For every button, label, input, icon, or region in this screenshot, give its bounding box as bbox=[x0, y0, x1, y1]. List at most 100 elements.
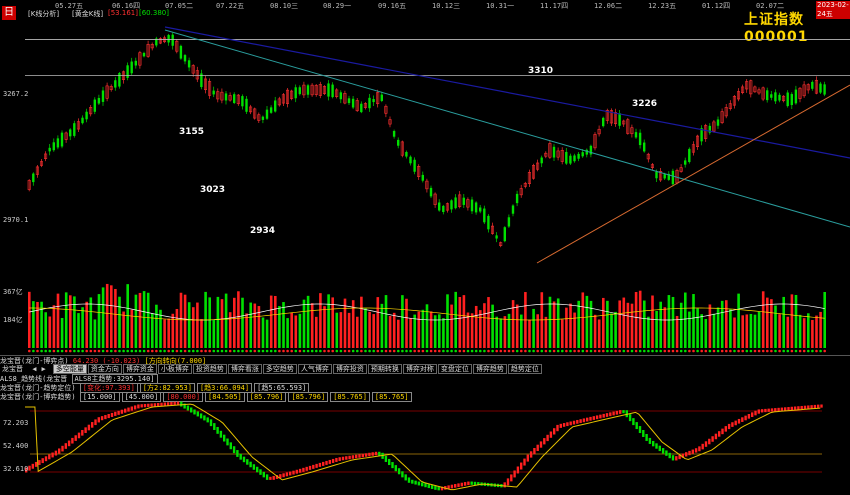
candle-body bbox=[716, 119, 720, 126]
candle-body bbox=[298, 87, 301, 95]
osc-bar bbox=[292, 470, 295, 475]
osc-bar bbox=[539, 441, 543, 448]
osc-bar bbox=[569, 421, 572, 426]
osc-bar bbox=[595, 415, 599, 420]
next-arrow-icon[interactable]: ▶ bbox=[39, 365, 47, 373]
volume-bar bbox=[511, 300, 515, 348]
signal-dot bbox=[282, 349, 285, 353]
volume-chart[interactable] bbox=[0, 276, 850, 348]
date-label: 12.06二 bbox=[594, 2, 623, 10]
volume-bar bbox=[819, 311, 822, 348]
signal-dot bbox=[520, 349, 523, 353]
osc-bar bbox=[526, 454, 529, 462]
osc-bar bbox=[404, 474, 407, 481]
volume-bar bbox=[105, 283, 109, 348]
candle-body bbox=[347, 98, 351, 104]
candle-body bbox=[405, 151, 408, 157]
osc-bar bbox=[661, 448, 665, 454]
osc-bar bbox=[176, 401, 180, 405]
volume-bar bbox=[597, 319, 601, 348]
candle-body bbox=[450, 200, 453, 210]
tab-11[interactable]: 变盘定位 bbox=[437, 364, 472, 374]
volume-bar bbox=[704, 318, 708, 348]
volume-bar bbox=[466, 312, 470, 348]
osc-bar bbox=[460, 482, 463, 487]
tab-4[interactable]: 投资趋势 bbox=[192, 364, 227, 374]
candle-body bbox=[770, 94, 773, 98]
volume-bar bbox=[561, 319, 564, 348]
tab-12[interactable]: 博弈趋势 bbox=[472, 364, 507, 374]
volume-bar bbox=[585, 295, 589, 348]
signal-dot bbox=[241, 349, 244, 353]
date-label: 06.16四 bbox=[112, 2, 141, 10]
osc-bar bbox=[256, 466, 259, 473]
volume-bar bbox=[69, 295, 72, 348]
tab-13[interactable]: 趋势定位 bbox=[507, 364, 542, 374]
volume-bar bbox=[761, 291, 765, 348]
osc-bar bbox=[457, 483, 460, 488]
signal-dot bbox=[401, 349, 404, 353]
candle-body bbox=[126, 65, 129, 78]
candle-body bbox=[241, 96, 244, 107]
signal-dot bbox=[622, 349, 626, 353]
osc-bar bbox=[58, 448, 61, 454]
volume-bar bbox=[454, 291, 457, 348]
app-logo-icon[interactable]: 日 bbox=[2, 6, 16, 20]
osc-bar bbox=[67, 440, 71, 447]
oscillator-chart[interactable] bbox=[0, 401, 850, 493]
volume-bar bbox=[684, 292, 687, 348]
candle-body bbox=[212, 90, 215, 95]
volume-axis-bottom: 184亿 bbox=[3, 316, 23, 324]
volume-bar bbox=[101, 287, 105, 348]
candle-body bbox=[429, 187, 433, 197]
osc-bar bbox=[685, 452, 688, 457]
osc-bar bbox=[272, 475, 275, 480]
volume-bar bbox=[638, 290, 642, 348]
tab-6[interactable]: 多空趋势 bbox=[262, 364, 297, 374]
osc-bar bbox=[619, 410, 622, 414]
volume-bar bbox=[388, 315, 392, 348]
candle-body bbox=[294, 87, 297, 99]
tab-3[interactable]: 小板博弈 bbox=[157, 364, 192, 374]
volume-bar bbox=[675, 315, 679, 348]
volume-bar bbox=[421, 309, 425, 348]
osc-bar bbox=[127, 407, 130, 412]
volume-bar bbox=[335, 312, 339, 348]
osc-bar bbox=[203, 415, 206, 421]
tab-8[interactable]: 博弈投资 bbox=[332, 364, 367, 374]
osc-bar bbox=[374, 451, 378, 456]
volume-bar bbox=[220, 299, 224, 348]
volume-bar bbox=[274, 295, 277, 348]
osc-bar bbox=[566, 422, 569, 427]
tab-9[interactable]: 预期转换 bbox=[367, 364, 402, 374]
signal-dot bbox=[511, 349, 515, 353]
volume-bar bbox=[499, 318, 503, 348]
signal-dot bbox=[638, 349, 642, 353]
signal-dot bbox=[118, 349, 121, 353]
signal-dot bbox=[257, 349, 261, 353]
date-label: 10.31一 bbox=[486, 2, 515, 10]
candle-body bbox=[671, 170, 675, 185]
volume-bar bbox=[786, 316, 790, 348]
osc-bar bbox=[652, 440, 655, 447]
candle-body bbox=[85, 111, 88, 120]
signal-dot bbox=[667, 349, 671, 353]
price-chart[interactable] bbox=[0, 22, 850, 284]
signal-dot bbox=[491, 349, 494, 353]
osc-bar bbox=[216, 426, 219, 434]
volume-bar bbox=[155, 304, 158, 348]
prev-arrow-icon[interactable]: ◀ bbox=[30, 365, 38, 373]
tab-2[interactable]: 博弈资金 bbox=[122, 364, 157, 374]
tab-7[interactable]: 人气博弈 bbox=[297, 364, 332, 374]
osc-bar bbox=[609, 412, 612, 417]
volume-bar bbox=[319, 293, 322, 348]
signal-dot bbox=[745, 349, 749, 353]
tab-10[interactable]: 博弈对称 bbox=[402, 364, 437, 374]
osc-bar bbox=[513, 470, 516, 478]
tab-0[interactable]: 多空能量 bbox=[52, 364, 87, 374]
volume-bar bbox=[417, 311, 421, 348]
osc-bar bbox=[665, 450, 668, 456]
tab-1[interactable]: 资金方向 bbox=[87, 364, 122, 374]
osc-bar bbox=[368, 452, 371, 457]
tab-5[interactable]: 博弈看涨 bbox=[227, 364, 262, 374]
